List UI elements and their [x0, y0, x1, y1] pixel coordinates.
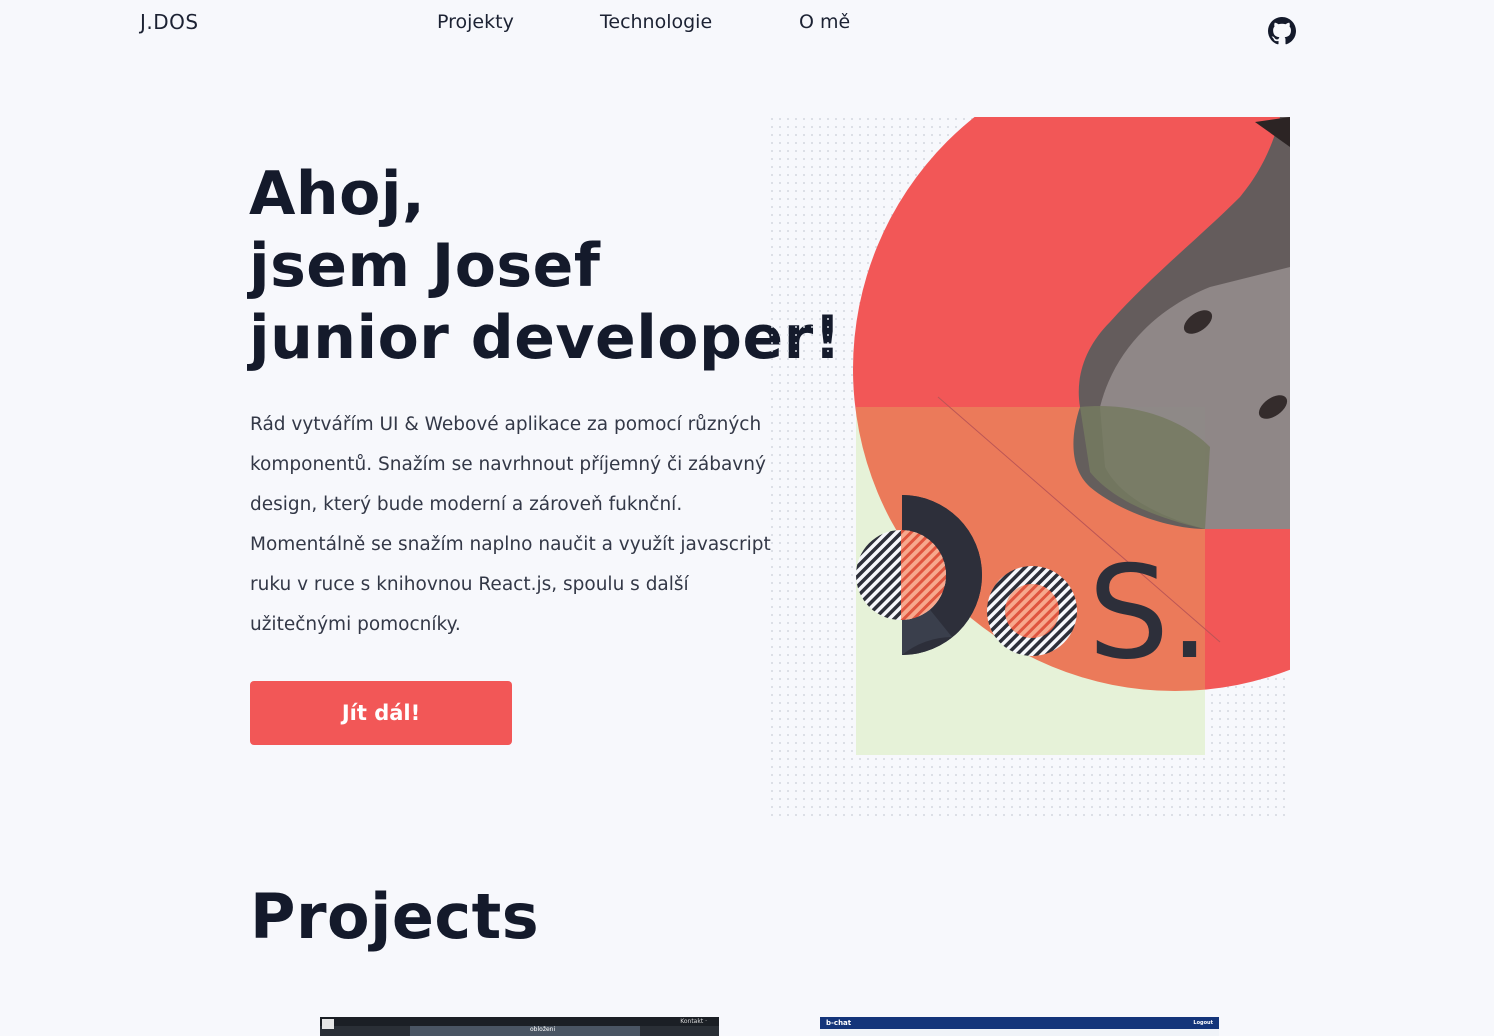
hero-title-line: junior developer! [249, 303, 842, 373]
projects-heading: Projects [250, 880, 540, 953]
logo-letter: S. [1088, 539, 1210, 688]
hero-title-line: jsem Josef [249, 231, 601, 301]
thumb-strip-text: obloženi [530, 1026, 556, 1033]
thumb-app-name: b-chat [826, 1019, 852, 1027]
thumb-nav-link: Kontakt · [680, 1018, 707, 1025]
thumb-image-strip: obloženi [410, 1026, 640, 1036]
github-icon[interactable] [1268, 17, 1296, 45]
hero-description: Rád vytvářím UI & Webové aplikace za pom… [250, 414, 771, 635]
hero-title: Ahoj, jsem Josef junior developer! [249, 158, 842, 374]
project-thumbnail[interactable]: b-chat Logout [820, 1017, 1219, 1036]
thumb-logo-icon [322, 1019, 334, 1029]
thumb-nav-bar: Kontakt · [320, 1017, 719, 1026]
nav-link-technologie[interactable]: Technologie [600, 11, 712, 33]
continue-button[interactable]: Jít dál! [250, 681, 512, 745]
hero-artwork: S. [770, 117, 1290, 817]
thumb-nav-bar: b-chat Logout [820, 1017, 1219, 1029]
hero-title-line: Ahoj, [249, 159, 426, 229]
project-thumbnail[interactable]: Kontakt · obloženi [320, 1017, 719, 1036]
nav-link-projekty[interactable]: Projekty [437, 11, 514, 33]
thumb-logout-link: Logout [1193, 1020, 1213, 1026]
site-logo[interactable]: J.DOS [140, 10, 199, 34]
nav-link-o-me[interactable]: O mě [799, 11, 850, 33]
